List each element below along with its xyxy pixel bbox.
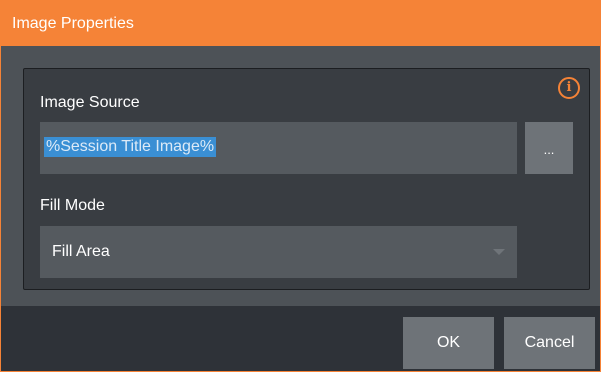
dialog-content: i Image Source %Session Title Image% ...…: [1, 46, 600, 306]
dialog-title: Image Properties: [1, 1, 600, 46]
cancel-button[interactable]: Cancel: [504, 317, 595, 369]
chevron-down-icon: [493, 249, 505, 255]
ok-button[interactable]: OK: [403, 317, 494, 369]
image-source-label: Image Source: [40, 94, 140, 111]
image-source-input[interactable]: %Session Title Image%: [40, 122, 517, 174]
browse-button[interactable]: ...: [525, 122, 573, 174]
image-source-value: %Session Title Image%: [44, 137, 217, 157]
fill-mode-select[interactable]: Fill Area: [40, 226, 517, 278]
dialog-footer: OK Cancel: [1, 306, 600, 371]
info-icon[interactable]: i: [558, 77, 580, 99]
image-properties-dialog: Image Properties i Image Source %Session…: [0, 0, 601, 372]
properties-group: i Image Source %Session Title Image% ...…: [23, 68, 590, 290]
fill-mode-value: Fill Area: [52, 243, 110, 260]
fill-mode-label: Fill Mode: [40, 197, 105, 214]
